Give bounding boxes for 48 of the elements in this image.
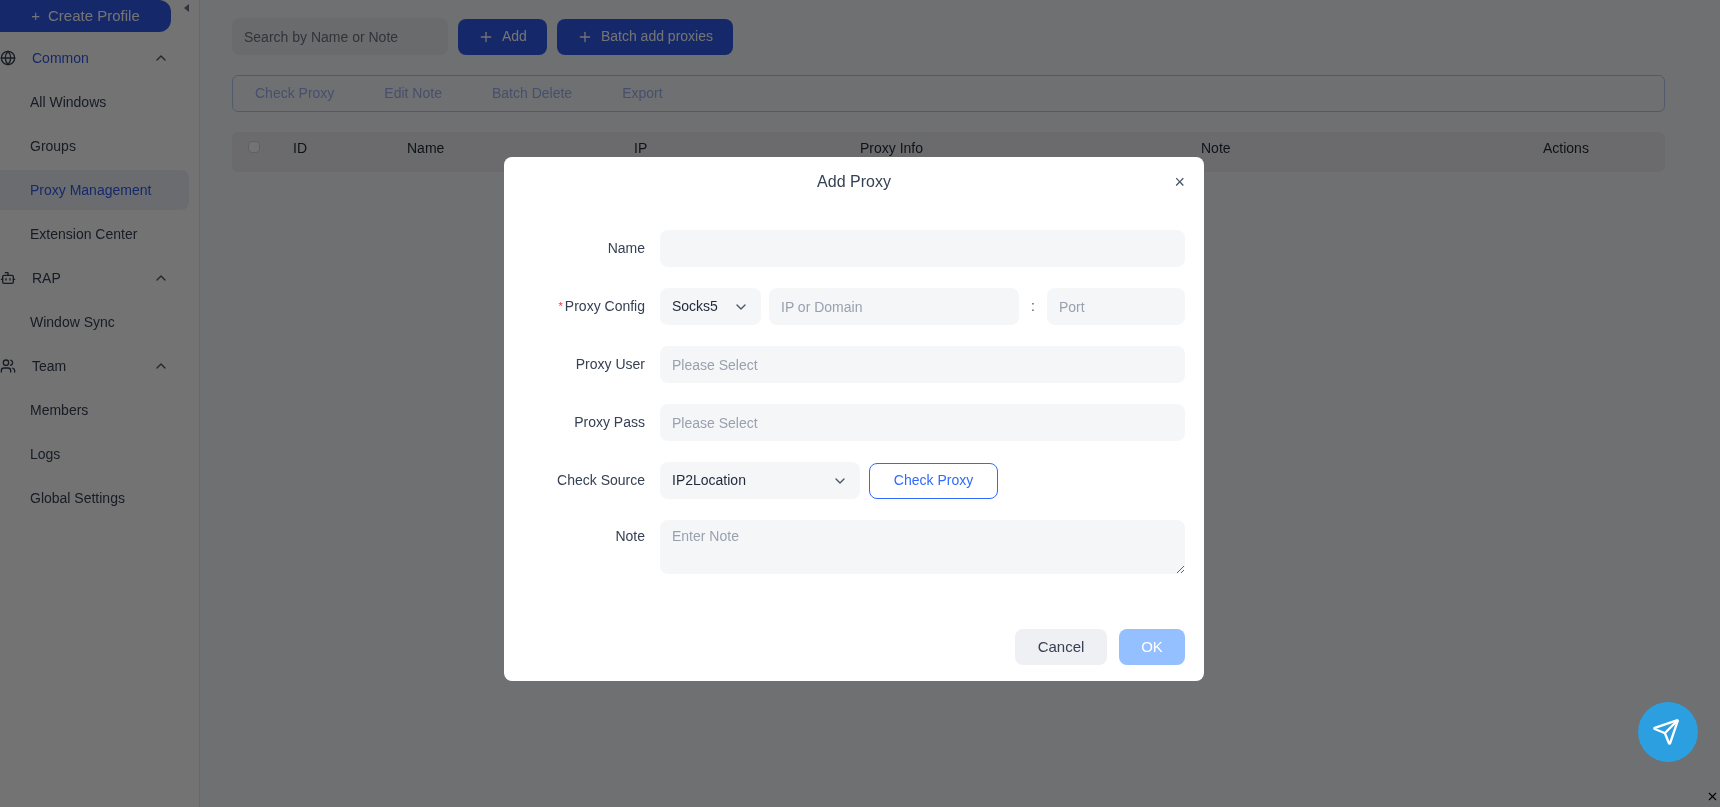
plus-icon: + — [31, 4, 40, 28]
sidebar-item[interactable]: Groups — [0, 126, 189, 166]
field-label: Proxy Pass — [574, 413, 645, 432]
field-label: Name — [607, 239, 645, 258]
column-header: Note — [1201, 139, 1231, 158]
field-label: Check Source — [557, 471, 645, 490]
check-proxy-button[interactable]: Check Proxy — [869, 462, 998, 499]
column-header: Proxy Info — [860, 139, 924, 158]
globe-icon — [0, 50, 16, 66]
search-field[interactable]: Search by Name or Note — [232, 18, 448, 55]
paper-plane-icon — [1652, 718, 1680, 746]
sidebar-item[interactable]: Extension Center — [0, 214, 189, 254]
port-field[interactable]: Port — [1047, 288, 1185, 325]
sidebar-item[interactable]: Members — [0, 390, 189, 430]
sidebar-item[interactable]: Proxy Management — [0, 170, 189, 210]
create-profile-button[interactable]: + Create Profile — [0, 0, 171, 32]
text-field[interactable]: Please Select — [660, 404, 1185, 441]
host-field[interactable]: IP or Domain — [769, 288, 1019, 325]
sidebar-item[interactable]: Logs — [0, 434, 189, 474]
add-button[interactable]: Add — [458, 18, 547, 55]
field-label: Proxy Config — [564, 297, 645, 316]
field-label: Note — [615, 527, 645, 546]
column-header: IP — [634, 139, 648, 158]
proxy-type-select[interactable]: Socks5 — [660, 288, 761, 325]
check-source-select[interactable]: IP2Location — [660, 462, 860, 499]
column-header: ID — [293, 139, 307, 158]
sidebar-item[interactable]: Global Settings — [0, 478, 189, 518]
sidebar-group[interactable]: Common — [0, 36, 199, 80]
telegram-button[interactable] — [1638, 702, 1698, 762]
note-field[interactable]: Enter Note — [660, 520, 1185, 574]
sidebar-item[interactable]: Window Sync — [0, 302, 189, 342]
column-header: Name — [407, 139, 445, 158]
robot-icon — [0, 270, 16, 286]
sidebar-item[interactable]: All Windows — [0, 82, 189, 122]
add-button[interactable]: Batch add proxies — [556, 18, 733, 55]
dialog-title: Add Proxy — [817, 172, 891, 192]
sidebar-group[interactable]: Team — [0, 344, 199, 388]
sidebar-group[interactable]: RAP — [0, 256, 199, 300]
separator-text: : — [1030, 297, 1036, 316]
column-header: Actions — [1543, 139, 1589, 158]
text-field[interactable]: Please Select — [660, 346, 1185, 383]
users-icon — [0, 358, 16, 374]
cancel-button[interactable]: Cancel — [1015, 629, 1107, 665]
close-button[interactable]: × — [1174, 173, 1185, 191]
collapse-handle-icon[interactable] — [184, 4, 189, 12]
field-label: Proxy User — [575, 355, 645, 374]
close-icon[interactable] — [1706, 790, 1719, 803]
required-asterisk: * — [558, 299, 563, 315]
